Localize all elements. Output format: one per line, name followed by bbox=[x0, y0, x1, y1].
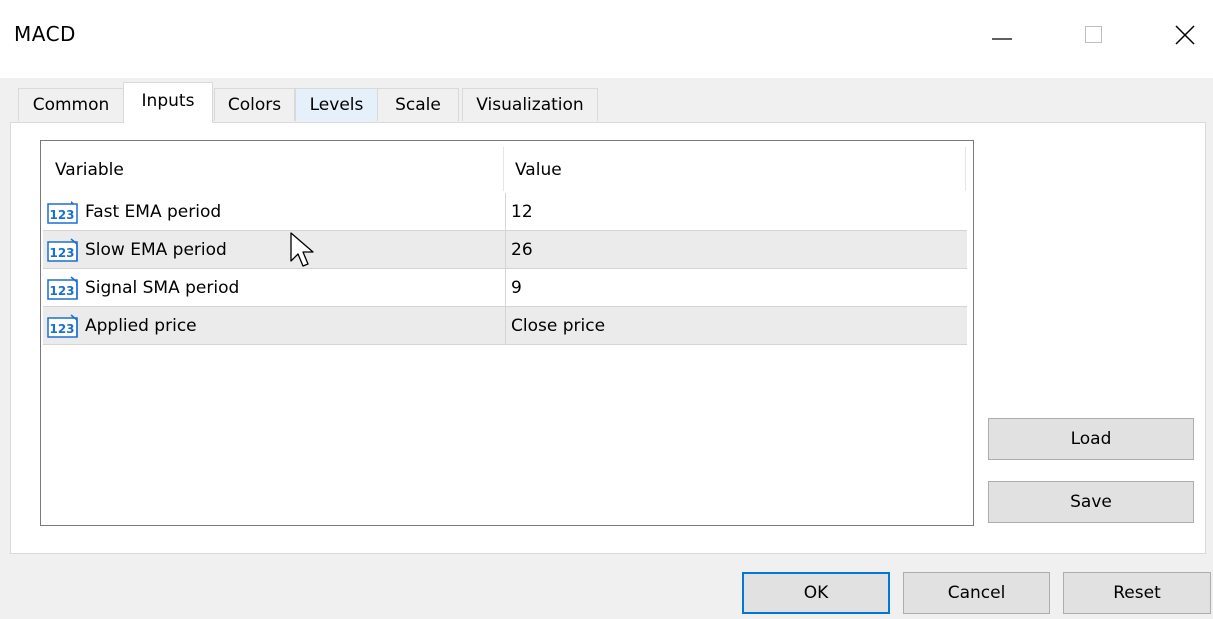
load-button[interactable]: Load bbox=[988, 418, 1194, 460]
svg-text:123: 123 bbox=[49, 208, 74, 222]
ok-button[interactable]: OK bbox=[742, 572, 890, 614]
variable-value[interactable]: 12 bbox=[511, 193, 533, 230]
svg-text:123: 123 bbox=[49, 284, 74, 298]
table-row[interactable]: 123 Slow EMA period 26 bbox=[43, 231, 967, 269]
integer-type-icon: 123 bbox=[47, 276, 78, 300]
tab-label: Visualization bbox=[476, 95, 584, 115]
mouse-cursor-icon bbox=[290, 232, 314, 267]
tab-label: Colors bbox=[227, 95, 282, 115]
cell-divider bbox=[505, 307, 506, 344]
title-bar: MACD bbox=[0, 0, 1213, 78]
variable-value[interactable]: 9 bbox=[511, 269, 522, 306]
grid-header: Variable Value bbox=[41, 141, 967, 191]
variable-name: Applied price bbox=[85, 316, 197, 336]
variable-name: Fast EMA period bbox=[85, 202, 222, 222]
minimize-icon bbox=[992, 38, 1012, 40]
integer-type-icon: 123 bbox=[47, 314, 78, 338]
column-divider[interactable] bbox=[965, 147, 966, 191]
variable-name: Signal SMA period bbox=[85, 278, 240, 298]
maximize-icon bbox=[1085, 26, 1102, 43]
variable-value[interactable]: Close price bbox=[511, 307, 605, 344]
table-row[interactable]: 123 Signal SMA period 9 bbox=[43, 269, 967, 307]
inputs-grid: Variable Value 123 Fast EMA period 12 12… bbox=[40, 140, 974, 526]
variable-name: Slow EMA period bbox=[85, 240, 227, 260]
tab-label: Scale bbox=[395, 95, 441, 115]
cell-divider bbox=[505, 269, 506, 306]
svg-text:123: 123 bbox=[49, 246, 74, 260]
tab-label: Inputs bbox=[141, 91, 195, 111]
cell-divider bbox=[505, 231, 506, 268]
tab-inputs[interactable]: Inputs bbox=[123, 82, 213, 123]
variable-value[interactable]: 26 bbox=[511, 231, 533, 268]
minimize-button[interactable] bbox=[970, 12, 1030, 62]
tab-label: Common bbox=[32, 95, 110, 115]
tab-common[interactable]: Common bbox=[18, 88, 124, 121]
close-button[interactable] bbox=[1153, 12, 1213, 62]
cancel-button[interactable]: Cancel bbox=[903, 572, 1050, 614]
table-row[interactable]: 123 Applied price Close price bbox=[43, 307, 967, 345]
tab-label: Levels bbox=[309, 95, 364, 115]
svg-text:123: 123 bbox=[49, 322, 74, 336]
maximize-button[interactable] bbox=[1065, 12, 1125, 62]
cell-divider bbox=[505, 193, 506, 230]
table-row[interactable]: 123 Fast EMA period 12 bbox=[43, 193, 967, 231]
column-divider[interactable] bbox=[503, 147, 504, 191]
tab-colors[interactable]: Colors bbox=[214, 88, 295, 121]
tab-levels[interactable]: Levels bbox=[295, 88, 378, 121]
column-header-value[interactable]: Value bbox=[515, 141, 562, 191]
tab-scale[interactable]: Scale bbox=[377, 88, 459, 121]
window-title: MACD bbox=[14, 22, 76, 46]
save-button[interactable]: Save bbox=[988, 481, 1194, 523]
close-icon bbox=[1175, 25, 1195, 45]
integer-type-icon: 123 bbox=[47, 201, 78, 224]
reset-button[interactable]: Reset bbox=[1063, 572, 1211, 614]
integer-type-icon: 123 bbox=[47, 238, 78, 262]
column-header-variable[interactable]: Variable bbox=[55, 141, 124, 191]
tab-visualization[interactable]: Visualization bbox=[462, 88, 598, 121]
